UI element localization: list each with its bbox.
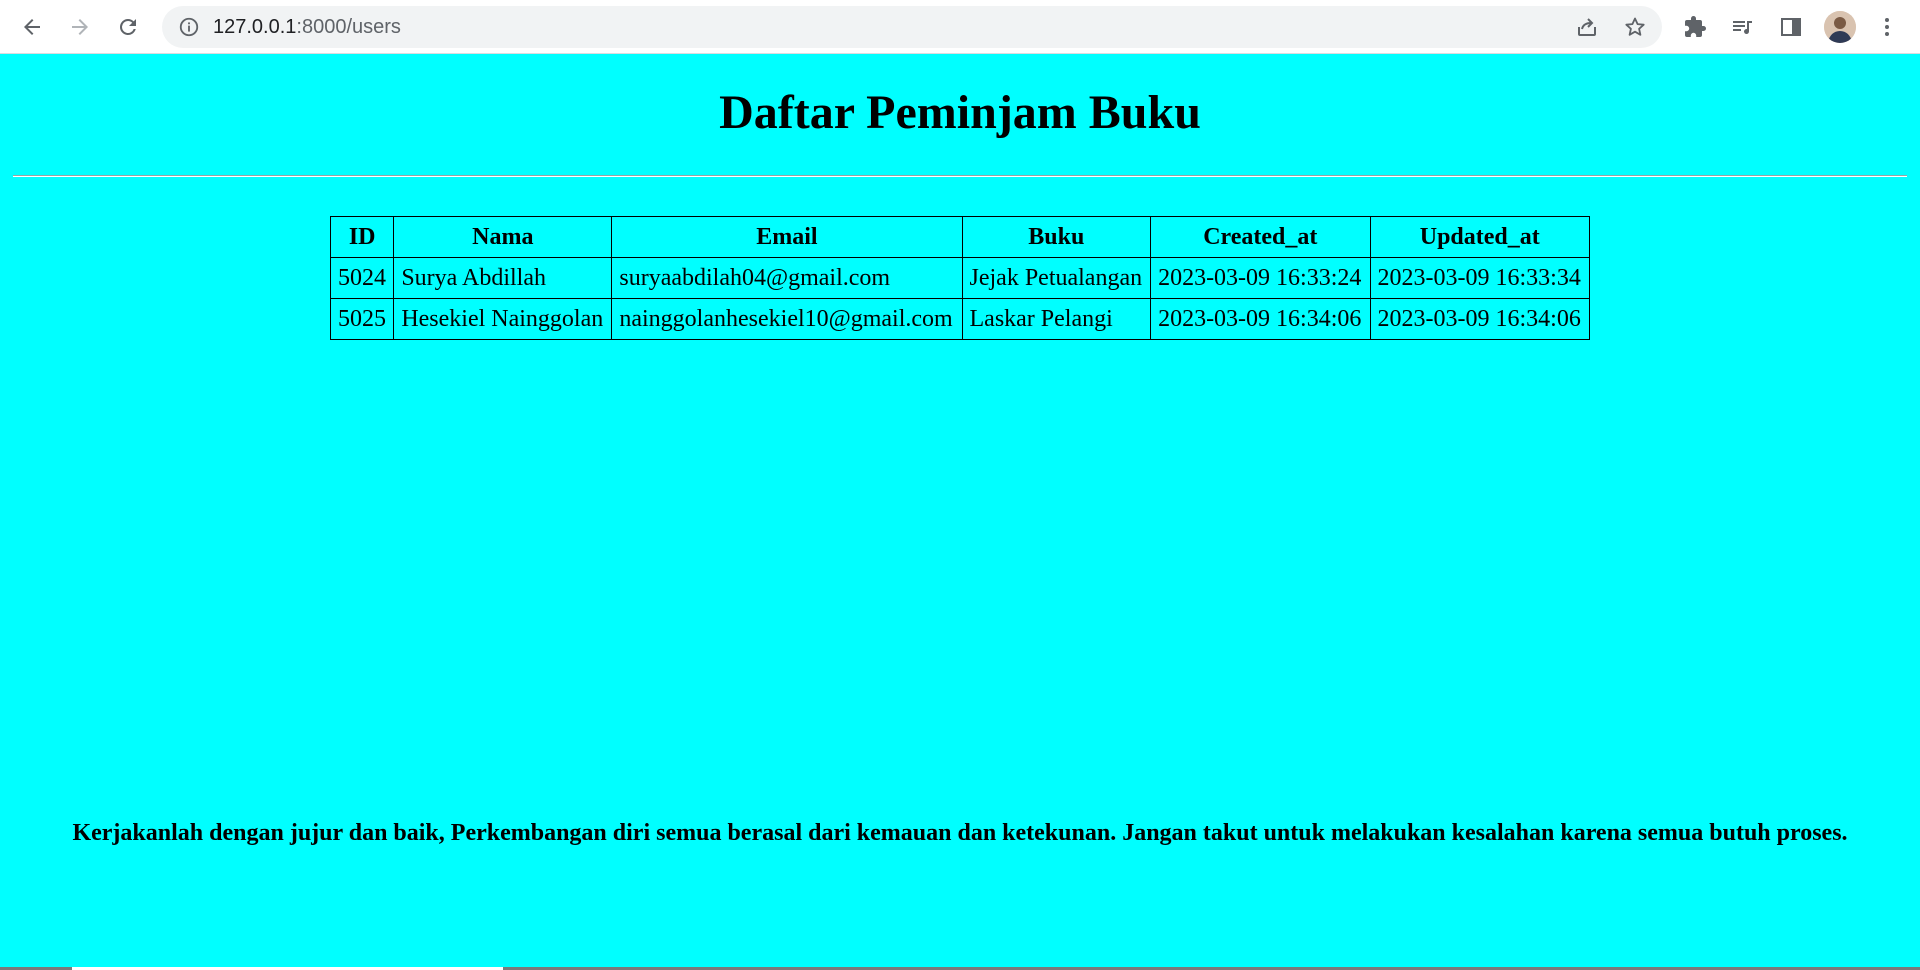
star-icon xyxy=(1625,17,1645,36)
media-queue-icon xyxy=(1733,21,1752,34)
column-header-id: ID xyxy=(329,216,395,258)
motivational-quote: Kerjakanlah dengan jujur dan baik, Perke… xyxy=(72,820,1848,846)
page-title: Daftar Peminjam Buku xyxy=(719,86,1201,139)
cell-created-at: 2023-03-09 16:34:06 xyxy=(1150,298,1371,340)
cell-id: 5025 xyxy=(329,298,395,340)
url-text[interactable]: 127.0.0.1:8000/users xyxy=(213,6,401,48)
column-header-created-at: Created_at xyxy=(1150,216,1371,258)
reload-icon xyxy=(120,19,136,35)
cell-id: 5024 xyxy=(329,257,395,299)
cell-email: nainggolanhesekiel10@gmail.com xyxy=(611,298,963,340)
side-panel-button[interactable] xyxy=(1775,11,1807,43)
share-icon xyxy=(1578,18,1596,36)
column-header-nama: Nama xyxy=(393,216,613,258)
browser-toolbar: 127.0.0.1:8000/users xyxy=(0,0,1920,54)
profile-avatar[interactable] xyxy=(1824,11,1856,43)
reload-button[interactable] xyxy=(110,9,146,45)
cell-updated-at: 2023-03-09 16:33:34 xyxy=(1369,257,1590,299)
borrowers-table: ID Nama Email Buku Created_at Updated_at… xyxy=(329,216,1590,340)
cell-buku: Laskar Pelangi xyxy=(961,298,1152,340)
column-header-email: Email xyxy=(611,216,963,258)
share-button[interactable] xyxy=(1573,13,1601,41)
forward-button[interactable] xyxy=(62,9,98,45)
page-content: Daftar Peminjam Buku ID Nama Email Buku … xyxy=(0,55,1920,970)
cell-buku: Jejak Petualangan xyxy=(961,257,1152,299)
avatar-icon xyxy=(1824,11,1856,43)
back-button[interactable] xyxy=(14,9,50,45)
cell-created-at: 2023-03-09 16:33:24 xyxy=(1150,257,1371,299)
cell-updated-at: 2023-03-09 16:34:06 xyxy=(1369,298,1590,340)
media-button[interactable] xyxy=(1727,11,1759,43)
table-header-row: ID Nama Email Buku Created_at Updated_at xyxy=(329,216,1590,258)
extensions-button[interactable] xyxy=(1679,11,1711,43)
cell-nama: Surya Abdillah xyxy=(393,257,613,299)
table-row: 5025 Hesekiel Nainggolan nainggolanhesek… xyxy=(329,298,1590,340)
address-bar[interactable]: 127.0.0.1:8000/users xyxy=(162,6,1662,48)
arrow-left-icon xyxy=(24,19,40,35)
side-panel-icon xyxy=(1781,18,1801,36)
arrow-right-icon xyxy=(72,19,88,35)
url-path: :8000/users xyxy=(296,16,401,38)
url-host: 127.0.0.1 xyxy=(213,16,297,38)
cell-nama: Hesekiel Nainggolan xyxy=(393,298,613,340)
info-icon[interactable] xyxy=(178,16,200,38)
table-row: 5024 Surya Abdillah suryaabdilah04@gmail… xyxy=(329,257,1590,299)
cell-email: suryaabdilah04@gmail.com xyxy=(611,257,963,299)
kebab-menu-icon xyxy=(1885,18,1889,36)
column-header-buku: Buku xyxy=(961,216,1152,258)
bookmark-button[interactable] xyxy=(1621,13,1649,41)
menu-button[interactable] xyxy=(1871,11,1903,43)
puzzle-icon xyxy=(1685,16,1706,37)
divider xyxy=(13,175,1907,177)
column-header-updated-at: Updated_at xyxy=(1369,216,1590,258)
